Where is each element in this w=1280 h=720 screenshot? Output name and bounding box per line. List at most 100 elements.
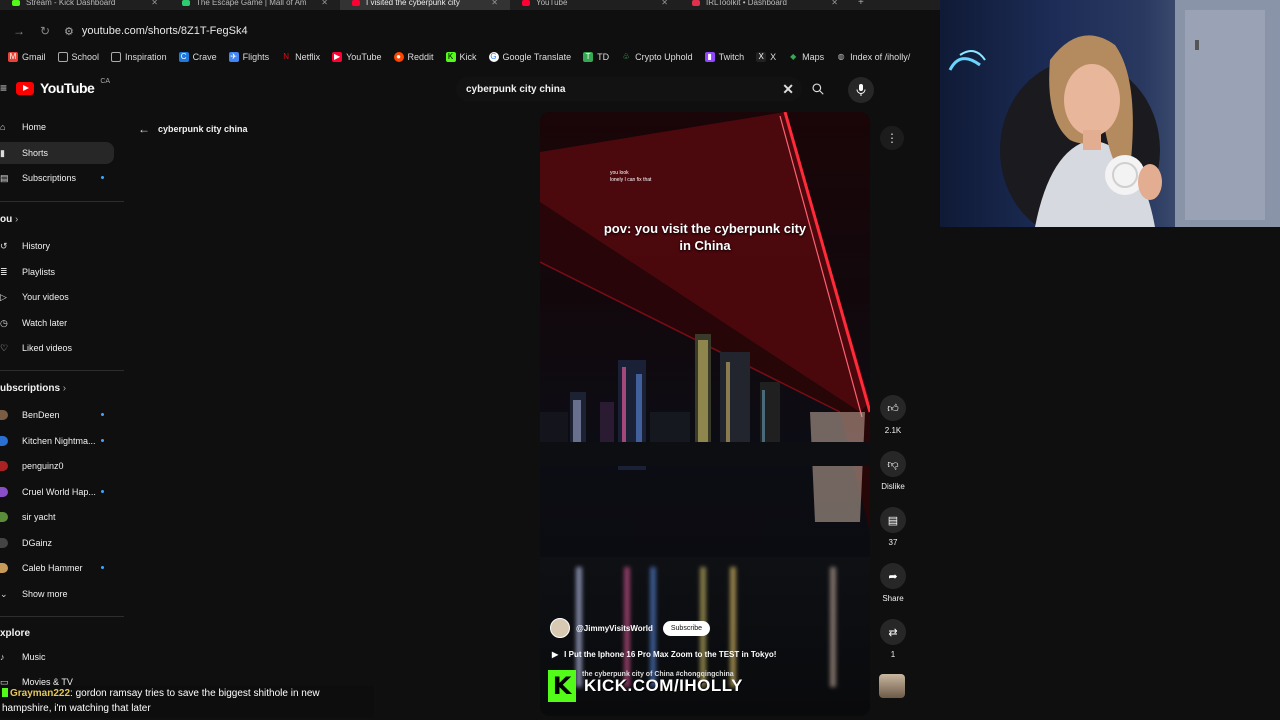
your-videos-icon: ▷ [0,292,7,302]
watch-later-icon: ◷ [0,318,8,328]
subscriptions-section-heading[interactable]: ubscriptions › [0,383,66,394]
thumbs-down-icon: 👎︎ [887,458,899,471]
bookmark-maps[interactable]: ◆ Maps [788,52,824,62]
sidebar-item-subscription[interactable]: Kitchen Nightma... [0,430,114,452]
youtube-icon: ▶ [332,52,343,62]
more-options-button[interactable]: ⋮ [880,126,904,150]
site-info-icon[interactable]: ⚙ [64,25,74,38]
liked-videos-icon: ♡ [0,343,8,353]
share-label: Share [882,594,904,603]
remix-button[interactable]: ⇄ [880,619,906,645]
bookmark-reddit[interactable]: ● Reddit [393,52,434,62]
bridge-scene [540,112,870,532]
history-icon: ↺ [0,241,8,251]
forward-icon[interactable]: → [12,24,26,38]
bookmark-netflix[interactable]: N Netflix [281,52,320,62]
back-arrow-icon[interactable]: ← [138,122,150,136]
browser-tab[interactable]: Stream - Kick Dashboard ✕ [0,0,170,10]
search-icon [812,83,824,95]
sidebar-item-subscription[interactable]: BenDeen [0,404,114,426]
chat-username: Grayman222 [10,688,71,699]
channel-avatar [0,410,8,420]
bookmark-x[interactable]: XX [756,52,776,62]
bookmarks-bar: M Gmail School Inspiration C Crave ✈ Flight… [0,48,940,66]
chat-message: Grayman222: gordon ramsay tries to save … [2,686,374,701]
bookmark-inspiration[interactable]: Inspiration [111,52,167,62]
youtube-logo[interactable]: ≡ YouTube CA [0,78,110,97]
share-arrow-icon: ➦ [888,570,898,583]
search-input[interactable]: cyberpunk city china ✕ [456,77,802,101]
play-icon: ▶ [552,650,559,659]
sidebar-item-shorts[interactable]: ▮ Shorts [0,142,114,164]
new-content-dot [101,490,104,493]
bookmark-gmail[interactable]: M Gmail [8,52,46,62]
close-tab-icon[interactable]: ✕ [661,0,668,7]
sidebar-item-subscription[interactable]: sir yacht [0,506,114,528]
dislike-button[interactable]: 👎︎ [880,451,906,477]
sidebar-item-music[interactable]: ♪ Music [0,646,114,668]
reload-icon[interactable]: ↻ [38,24,52,38]
shorts-video-player[interactable]: you look lonely I can fix that pov: you … [540,112,870,716]
bookmark-school[interactable]: School [57,52,99,62]
browser-tab-active[interactable]: I visited the cyberpunk city ✕ [340,0,510,10]
close-tab-icon[interactable]: ✕ [491,0,498,7]
bookmark-crave[interactable]: C Crave [178,52,217,62]
dislike-label: Dislike [881,482,905,491]
close-tab-icon[interactable]: ✕ [151,0,158,7]
channel-avatar [0,563,8,573]
hamburger-menu-icon[interactable]: ≡ [0,81,10,95]
clear-search-icon[interactable]: ✕ [782,81,794,98]
sidebar-item-subscription[interactable]: DGainz [0,532,114,554]
sidebar-item-history[interactable]: ↺ History [0,235,114,257]
chat-message-continued: hampshire, i'm watching that later [2,703,151,714]
bookmark-td[interactable]: T TD [583,52,609,62]
you-section-heading[interactable]: ou › [0,214,18,225]
bookmark-flights[interactable]: ✈ Flights [228,52,269,62]
browser-tab[interactable]: The Escape Game | Mall of Am ✕ [170,0,340,10]
browser-tab[interactable]: IRLToolkit • Dashboard ✕ [680,0,850,10]
reddit-icon: ● [393,52,404,62]
sidebar-item-subscriptions[interactable]: ▤ Subscriptions [0,167,114,189]
sidebar-item-subscription[interactable]: Caleb Hammer [0,557,114,579]
sound-thumbnail[interactable] [879,674,905,698]
channel-name[interactable]: @JimmyVisitsWorld [576,624,653,633]
url-field[interactable]: ⚙ youtube.com/shorts/8Z1T-FegSk4 [64,25,248,38]
webcam-feed [940,0,1280,227]
close-tab-icon[interactable]: ✕ [321,0,328,7]
new-tab-button[interactable]: + [850,0,872,10]
comments-button[interactable]: ▤ [880,507,906,533]
back-to-search[interactable]: ← cyberpunk city china [138,122,248,136]
chat-badge-icon [2,688,8,697]
folder-icon [111,52,122,62]
sidebar-item-playlists[interactable]: ≣ Playlists [0,261,114,283]
sidebar-item-liked-videos[interactable]: ♡ Liked videos [0,337,114,359]
search-button[interactable] [804,77,832,101]
bookmark-youtube[interactable]: ▶ YouTube [332,52,382,62]
shorts-icon: ▮ [0,148,5,158]
related-video-link[interactable]: ▶ I Put the Iphone 16 Pro Max Zoom to th… [552,650,776,659]
sidebar-item-subscription[interactable]: penguinz0 [0,455,114,477]
close-tab-icon[interactable]: ✕ [831,0,838,7]
google-icon: G [488,52,499,62]
sidebar-item-your-videos[interactable]: ▷ Your videos [0,286,114,308]
folder-icon [57,52,68,62]
like-button[interactable]: 👍︎ [880,395,906,421]
comment-count: 37 [888,538,898,547]
bookmark-kick[interactable]: K Kick [445,52,477,62]
twitch-icon: ▮ [704,52,715,62]
sidebar-item-watch-later[interactable]: ◷ Watch later [0,312,114,334]
browser-tab[interactable]: YouTube ✕ [510,0,680,10]
bookmark-google-translate[interactable]: G Google Translate [488,52,571,62]
bookmark-crypto-uphold[interactable]: ♧ Crypto Uphold [621,52,692,62]
sidebar-item-subscription[interactable]: Cruel World Hap... [0,481,114,503]
bookmark-index[interactable]: ◍ Index of /iholly/ [836,52,911,62]
subscribe-button[interactable]: Subscribe [662,620,711,636]
light-reflection [830,567,836,687]
address-bar: → ↻ ⚙ youtube.com/shorts/8Z1T-FegSk4 [0,18,940,44]
show-more-button[interactable]: ⌄ Show more [0,583,114,605]
bookmark-twitch[interactable]: ▮ Twitch [704,52,744,62]
sidebar-item-home[interactable]: ⌂ Home [0,116,114,138]
share-button[interactable]: ➦ [880,563,906,589]
channel-avatar[interactable] [550,618,570,638]
voice-search-button[interactable] [848,77,874,103]
